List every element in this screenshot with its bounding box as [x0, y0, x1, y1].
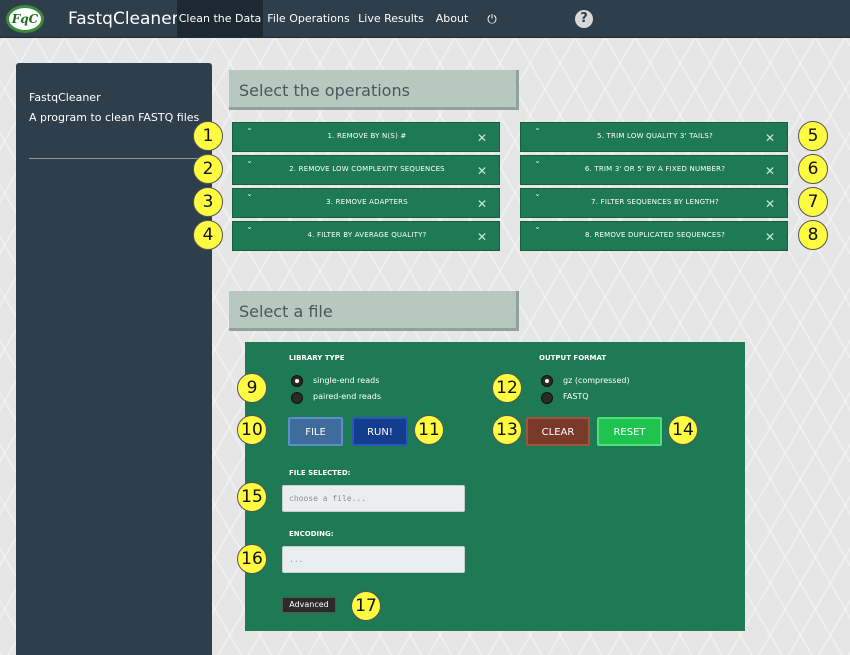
callout-1: 1	[193, 121, 223, 151]
op-filter-average-quality[interactable]: ˇ 4. FILTER BY AVERAGE QUALITY? ✕	[232, 221, 500, 251]
chevron-down-icon: ˇ	[247, 227, 252, 238]
op-remove-low-complexity[interactable]: ˇ 2. REMOVE LOW COMPLEXITY SEQUENCES ✕	[232, 155, 500, 185]
sidebar-subtitle: A program to clean FASTQ files	[29, 111, 200, 124]
radio-fastq-label: FASTQ	[563, 392, 589, 401]
nav-about[interactable]: About	[432, 0, 472, 38]
callout-5: 5	[798, 121, 828, 151]
encoding-input[interactable]: ...	[282, 546, 465, 573]
brand-title[interactable]: FastqCleaner	[68, 0, 179, 38]
power-icon[interactable]: ⏻	[478, 0, 506, 38]
chevron-down-icon: ˇ	[247, 128, 252, 139]
nav-clean-the-data[interactable]: Clean the Data	[177, 0, 263, 38]
close-icon[interactable]: ✕	[765, 164, 775, 178]
app-logo[interactable]: FqC	[6, 5, 44, 33]
radio-paired-end-label: paired-end reads	[313, 392, 381, 401]
advanced-button[interactable]: Advanced	[282, 597, 336, 613]
library-type-label: LIBRARY TYPE	[289, 354, 345, 362]
chevron-down-icon: ˇ	[247, 194, 252, 205]
radio-fastq[interactable]	[541, 392, 553, 404]
sidebar-divider	[29, 158, 212, 159]
op-remove-by-ns[interactable]: ˇ 1. REMOVE BY N(S) # ✕	[232, 122, 500, 152]
close-icon[interactable]: ✕	[765, 230, 775, 244]
callout-9: 9	[237, 373, 267, 403]
help-icon[interactable]: ?	[575, 10, 593, 28]
op-label: 5. TRIM LOW QUALITY 3' TAILS?	[597, 132, 713, 140]
nav-live-results[interactable]: Live Results	[356, 0, 426, 38]
top-navbar: FqC FastqCleaner Clean the Data File Ope…	[0, 0, 850, 38]
close-icon[interactable]: ✕	[765, 197, 775, 211]
close-icon[interactable]: ✕	[477, 164, 487, 178]
close-icon[interactable]: ✕	[477, 197, 487, 211]
op-remove-adapters[interactable]: ˇ 3. REMOVE ADAPTERS ✕	[232, 188, 500, 218]
op-label: 7. FILTER SEQUENCES BY LENGTH?	[591, 198, 719, 206]
op-label: 3. REMOVE ADAPTERS	[326, 198, 408, 206]
chevron-down-icon: ˇ	[535, 227, 540, 238]
output-format-label: OUTPUT FORMAT	[539, 354, 607, 362]
callout-11: 11	[414, 415, 444, 445]
op-label: 8. REMOVE DUPLICATED SEQUENCES?	[584, 231, 726, 239]
file-selected-label: FILE SELECTED:	[289, 469, 351, 477]
callout-7: 7	[798, 187, 828, 217]
chevron-down-icon: ˇ	[535, 161, 540, 172]
op-label: 2. REMOVE LOW COMPLEXITY SEQUENCES	[289, 165, 445, 173]
file-button[interactable]: FILE	[288, 417, 343, 446]
close-icon[interactable]: ✕	[765, 131, 775, 145]
file-heading: Select a file	[229, 291, 519, 331]
chevron-down-icon: ˇ	[535, 128, 540, 139]
callout-16: 16	[237, 544, 267, 574]
nav-file-operations[interactable]: File Operations	[267, 0, 350, 38]
op-label: 4. FILTER BY AVERAGE QUALITY?	[307, 231, 427, 239]
callout-12: 12	[492, 373, 522, 403]
radio-gz-label: gz (compressed)	[563, 376, 630, 385]
chevron-down-icon: ˇ	[535, 194, 540, 205]
op-trim-low-quality-tails[interactable]: ˇ 5. TRIM LOW QUALITY 3' TAILS? ✕	[520, 122, 788, 152]
radio-single-end-label: single-end reads	[313, 376, 380, 385]
op-filter-by-length[interactable]: ˇ 7. FILTER SEQUENCES BY LENGTH? ✕	[520, 188, 788, 218]
radio-single-end[interactable]	[291, 375, 303, 387]
callout-3: 3	[193, 187, 223, 217]
callout-8: 8	[798, 220, 828, 250]
op-trim-fixed-number[interactable]: ˇ 6. TRIM 3' OR 5' BY A FIXED NUMBER? ✕	[520, 155, 788, 185]
sidebar-title: FastqCleaner	[29, 91, 101, 104]
callout-14: 14	[668, 415, 698, 445]
callout-10: 10	[237, 415, 267, 445]
sidebar: FastqCleaner A program to clean FASTQ fi…	[16, 63, 212, 655]
reset-button[interactable]: RESET	[597, 417, 662, 446]
close-icon[interactable]: ✕	[477, 230, 487, 244]
callout-4: 4	[193, 220, 223, 250]
op-label: 6. TRIM 3' OR 5' BY A FIXED NUMBER?	[584, 165, 726, 173]
run-button[interactable]: RUN!	[352, 417, 408, 446]
callout-15: 15	[237, 482, 267, 512]
op-remove-duplicated[interactable]: ˇ 8. REMOVE DUPLICATED SEQUENCES? ✕	[520, 221, 788, 251]
op-label: 1. REMOVE BY N(S) #	[327, 132, 407, 140]
clear-button[interactable]: CLEAR	[526, 417, 590, 446]
callout-2: 2	[193, 154, 223, 184]
close-icon[interactable]: ✕	[477, 131, 487, 145]
radio-paired-end[interactable]	[291, 392, 303, 404]
file-selected-input[interactable]: choose a file...	[282, 485, 465, 512]
callout-6: 6	[798, 154, 828, 184]
radio-gz[interactable]	[541, 375, 553, 387]
callout-13: 13	[492, 415, 522, 445]
encoding-label: ENCODING:	[289, 530, 334, 538]
callout-17: 17	[351, 591, 381, 621]
operations-heading: Select the operations	[229, 70, 519, 110]
chevron-down-icon: ˇ	[247, 161, 252, 172]
